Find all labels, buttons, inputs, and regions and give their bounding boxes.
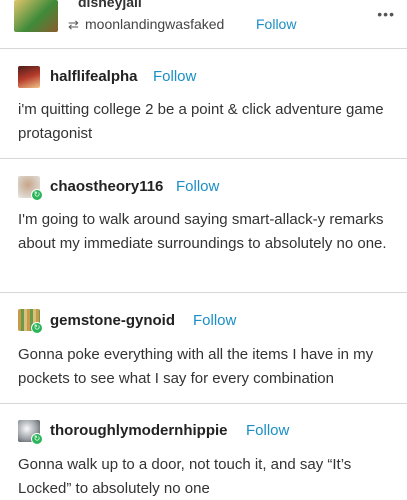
post-username[interactable]: halflifealpha xyxy=(50,68,138,85)
follow-button[interactable]: Follow xyxy=(153,68,196,85)
blog-name[interactable]: disneyjail xyxy=(78,0,142,10)
post-username[interactable]: thoroughlymodernhippie xyxy=(50,422,228,439)
post-username[interactable]: gemstone-gynoid xyxy=(50,312,175,329)
divider xyxy=(0,403,407,404)
reblog-badge-icon: ↻ xyxy=(31,189,43,201)
reblog-header: disneyjail ⇄ moonlandingwasfaked Follow … xyxy=(0,0,407,40)
reblog-badge-icon: ↻ xyxy=(31,322,43,334)
post-text: Gonna walk up to a door, not touch it, a… xyxy=(18,456,352,497)
post-text: Gonna poke everything with all the items… xyxy=(18,346,374,387)
follow-button[interactable]: Follow xyxy=(176,178,219,195)
divider xyxy=(0,158,407,159)
follow-button[interactable]: Follow xyxy=(246,422,289,439)
reblogged-from-username[interactable]: moonlandingwasfaked xyxy=(85,16,224,32)
divider xyxy=(0,292,407,293)
more-options-icon[interactable]: ••• xyxy=(377,6,395,22)
reblog-icon: ⇄ xyxy=(68,17,79,32)
reblog-badge-icon: ↻ xyxy=(31,433,43,445)
post-text: I'm going to walk around saying smart-al… xyxy=(18,211,387,252)
post-username[interactable]: chaostheory116 xyxy=(50,178,163,195)
blog-avatar[interactable] xyxy=(14,0,58,32)
avatar[interactable] xyxy=(18,66,40,88)
post-text: i'm quitting college 2 be a point & clic… xyxy=(18,101,384,142)
divider xyxy=(0,48,407,49)
follow-button[interactable]: Follow xyxy=(193,312,236,329)
follow-button[interactable]: Follow xyxy=(256,16,296,32)
